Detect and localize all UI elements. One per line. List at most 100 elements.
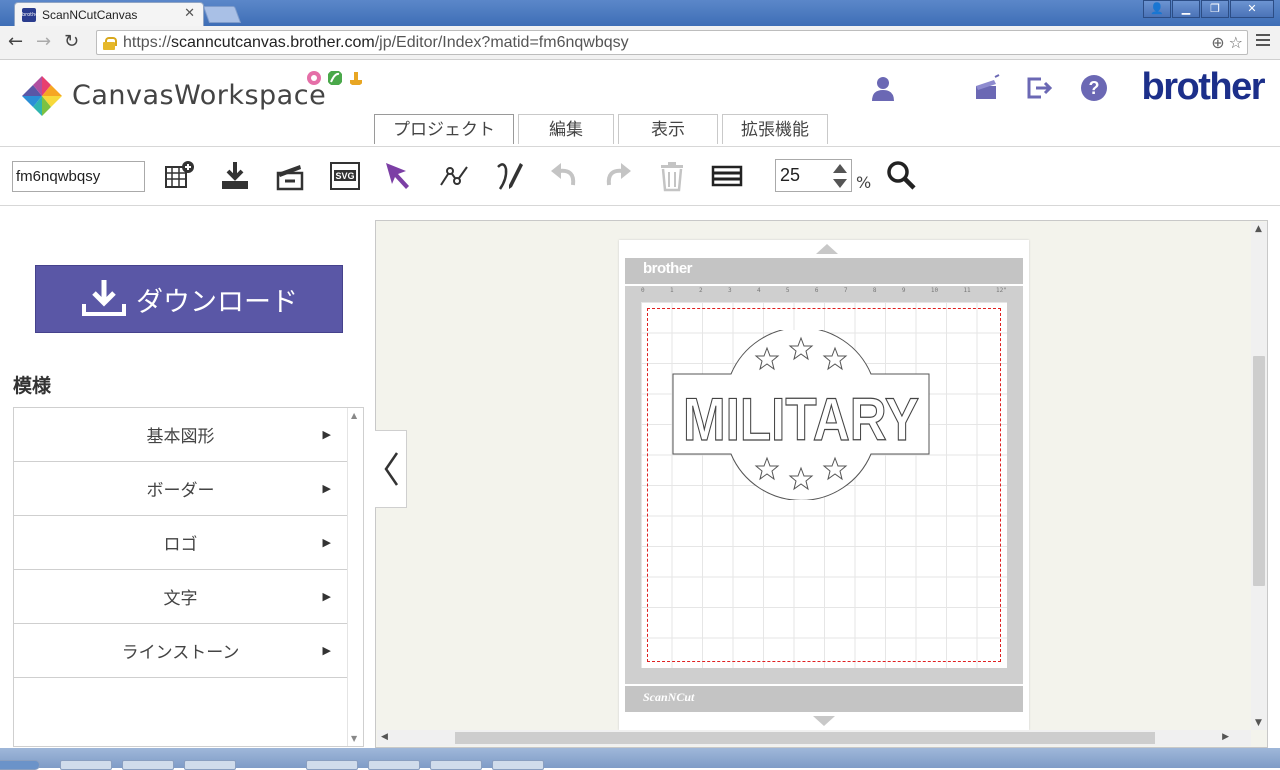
reload-icon[interactable]: ↻ [64,32,79,52]
category-borders[interactable]: ボーダー ▶ [14,462,347,516]
zoom-search-button[interactable] [884,159,918,193]
tab-edit[interactable]: 編集 [518,114,614,144]
ruler-top: 0 1 2 3 4 5 6 7 8 9 10 11 12" [641,287,1007,299]
restore-button[interactable]: ❐ [1201,0,1229,18]
ruler-tick: 0 [641,287,645,294]
flower-badge-icon[interactable] [306,70,322,86]
ruler-tick: 10 [930,287,939,294]
save-download-button[interactable] [218,159,252,193]
scroll-up-icon[interactable]: ▲ [351,411,357,420]
tab-extensions[interactable]: 拡張機能 [722,114,828,144]
draw-tool-button[interactable] [492,159,526,193]
stamp-badge-icon[interactable] [348,70,364,86]
taskbar-app-button[interactable] [492,760,544,770]
browser-tab[interactable]: brother ScanNCutCanvas ✕ [14,2,204,26]
svg-file-icon: SVG [330,162,360,190]
taskbar-app-button[interactable] [122,760,174,770]
taskbar-app-button[interactable] [306,760,358,770]
browser-menu-icon[interactable] [1256,34,1270,49]
chevron-right-icon: ▶ [322,590,331,603]
layers-menu-button[interactable] [710,159,744,193]
redo-button[interactable] [601,159,635,193]
taskbar-app-button[interactable] [368,760,420,770]
trash-icon [661,162,683,192]
brother-brand-logo: brother [1141,66,1266,108]
delete-button[interactable] [655,159,689,193]
military-badge-design[interactable]: MILITARY [671,330,931,500]
ruler-tick: 4 [756,287,761,294]
browser-toolbar: ← → ↻ https://scanncutcanvas.brother.com… [0,26,1280,60]
user-profile-icon[interactable]: 👤 [1143,0,1171,18]
category-basic-shapes[interactable]: 基本図形 ▶ [14,408,347,462]
category-logos[interactable]: ロゴ ▶ [14,516,347,570]
chevron-right-icon: ▶ [322,428,331,441]
import-button[interactable] [273,159,307,193]
address-bar[interactable]: https://scanncutcanvas.brother.com/jp/Ed… [96,30,1248,55]
category-label: 文字 [163,589,198,609]
ruler-tick: 5 [785,287,790,294]
scroll-up-icon[interactable]: ▲ [1255,224,1262,234]
svg-export-button[interactable]: SVG [328,159,362,193]
feature-badges [306,70,364,86]
vertical-scroll-thumb[interactable] [1253,356,1265,586]
zoom-stepper-icon[interactable] [831,162,849,190]
help-icon[interactable]: ? [1080,74,1108,102]
download-tray-icon [222,162,248,189]
bookmark-star-icon[interactable]: ☆ [1229,33,1243,52]
mat-down-arrow-icon[interactable] [813,716,835,726]
scroll-left-icon[interactable]: ◀ [381,732,388,742]
start-button[interactable] [0,760,40,770]
list-scrollbar[interactable]: ▲ ▼ [347,408,363,746]
close-window-button[interactable]: ✕ [1230,0,1274,18]
leaf-badge-icon[interactable] [327,70,343,86]
ruler-tick: 3 [727,287,732,294]
scroll-right-icon[interactable]: ▶ [1222,732,1229,742]
canvas-workspace-logo-icon [22,76,62,116]
zoom-unit: % [856,173,872,192]
open-box-icon[interactable] [973,74,1001,102]
left-sidebar: ダウンロード 模様 基本図形 ▶ ボーダー ▶ ロゴ ▶ 文字 ▶ ラインストー… [0,207,375,748]
new-tab-button[interactable] [202,6,242,23]
app-header: CanvasWorkspace ? brother プロジェクト 編集 表示 拡… [0,60,1280,146]
project-name-field[interactable] [12,161,145,192]
url-text: https://scanncutcanvas.brother.com/jp/Ed… [123,34,629,52]
back-arrow-icon[interactable]: ← [8,32,23,52]
brother-favicon-icon: brother [22,7,40,22]
taskbar-app-button[interactable] [184,760,236,770]
canvas-horizontal-scrollbar[interactable]: ◀ ▶ [377,730,1251,746]
ruler-tick: 1 [669,287,674,294]
os-taskbar [0,748,1280,770]
grid-add-icon [165,161,194,188]
undo-button[interactable] [547,159,581,193]
category-label: ボーダー [146,481,215,501]
tab-title: ScanNCutCanvas [42,7,138,22]
collapse-sidebar-button[interactable] [375,430,407,508]
download-button[interactable]: ダウンロード [35,265,343,333]
mat-up-arrow-icon[interactable] [816,244,838,254]
logout-icon[interactable] [1025,74,1053,102]
select-tool-button[interactable] [382,159,416,193]
tab-view[interactable]: 表示 [618,114,718,144]
tab-project[interactable]: プロジェクト [374,114,514,144]
taskbar-app-button[interactable] [430,760,482,770]
ruler-tick: 2 [698,287,703,294]
svg-text:SVG: SVG [335,171,354,181]
scroll-down-icon[interactable]: ▼ [1255,718,1262,728]
cutting-mat[interactable]: brother 0 1 2 3 4 5 6 7 8 9 10 11 12" MI… [619,240,1029,730]
zoom-lens-icon[interactable]: ⊕ [1211,33,1224,52]
main-menu-tabs: プロジェクト 編集 表示 拡張機能 [374,114,828,144]
new-grid-button[interactable] [163,159,197,193]
taskbar-app-button[interactable] [60,760,112,770]
forward-arrow-icon[interactable]: → [36,32,51,52]
canvas-vertical-scrollbar[interactable]: ▲ ▼ [1251,222,1267,730]
tab-close-icon[interactable]: ✕ [184,6,195,21]
account-icon[interactable] [869,74,897,102]
horizontal-scroll-thumb[interactable] [455,732,1155,744]
node-edit-tool-button[interactable] [437,159,471,193]
minimize-button[interactable]: ▁ [1172,0,1200,18]
scroll-down-icon[interactable]: ▼ [351,734,357,743]
category-text[interactable]: 文字 ▶ [14,570,347,624]
category-rhinestone[interactable]: ラインストーン ▶ [14,624,347,678]
category-label: ロゴ [163,535,198,555]
zoom-input[interactable]: 25 [775,159,852,192]
